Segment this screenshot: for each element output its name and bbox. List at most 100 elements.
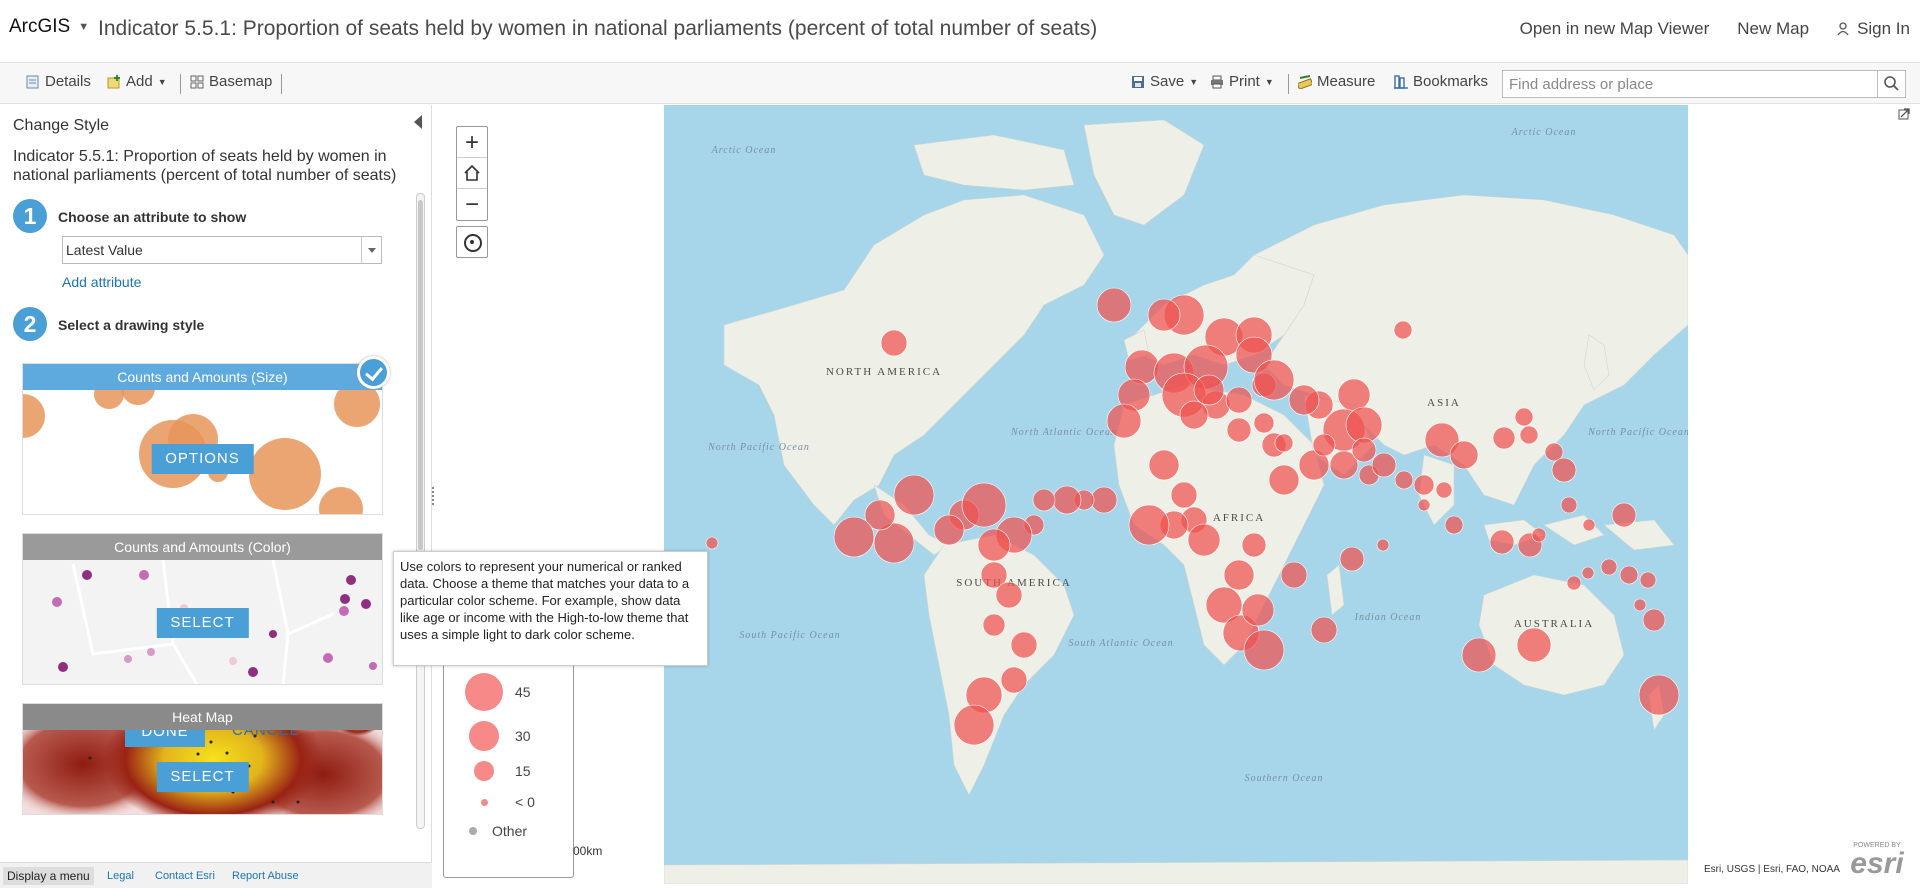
country-symbol[interactable] [1000,666,1028,694]
country-symbol[interactable] [1225,386,1253,414]
country-symbol[interactable] [880,329,908,357]
country-symbol[interactable] [1280,561,1308,589]
country-symbol[interactable] [1417,498,1431,512]
country-symbol[interactable] [961,482,1007,528]
country-symbol[interactable] [1619,565,1639,585]
home-button[interactable] [457,158,487,189]
collapse-panel-icon[interactable] [414,115,422,129]
zoom-out-button[interactable]: − [457,189,487,220]
options-button[interactable]: OPTIONS [151,444,254,474]
search-input[interactable]: Find address or place [1502,70,1906,98]
style-card-color[interactable]: Counts and Amounts (Color) SELECT [22,533,383,685]
country-symbol[interactable] [995,581,1023,609]
country-symbol[interactable] [953,704,995,746]
country-symbol[interactable] [1345,406,1383,444]
country-symbol[interactable] [1339,546,1365,572]
country-symbol[interactable] [1243,629,1285,671]
country-symbol[interactable] [1052,485,1082,515]
country-symbol[interactable] [1253,359,1295,401]
country-symbol[interactable] [1106,403,1142,439]
country-symbol[interactable] [1010,631,1038,659]
country-symbol[interactable] [1394,470,1414,490]
country-symbol[interactable] [1274,433,1294,453]
country-symbol[interactable] [1128,504,1170,546]
country-symbol[interactable] [1032,488,1056,512]
country-symbol[interactable] [1449,440,1479,470]
select-button[interactable]: SELECT [156,608,249,638]
country-symbol[interactable] [1566,575,1582,591]
country-symbol[interactable] [1633,598,1647,612]
country-symbol[interactable] [1193,374,1225,406]
country-symbol[interactable] [1514,407,1534,427]
country-symbol[interactable] [1642,608,1666,632]
map-view[interactable]: Arctic Ocean Arctic Ocean North Pacific … [664,105,1688,884]
add-attribute-link[interactable]: Add attribute [62,274,141,290]
country-symbol[interactable] [1393,320,1413,340]
country-symbol[interactable] [1351,437,1377,463]
country-symbol[interactable] [1413,474,1435,496]
esri-logo[interactable]: POWERED BY esri [1846,842,1908,882]
country-symbol[interactable] [1639,571,1657,589]
new-map-link[interactable]: New Map [1737,19,1809,39]
country-symbol[interactable] [1148,449,1180,481]
country-symbol[interactable] [1090,486,1118,514]
legal-link[interactable]: Legal [107,870,134,882]
country-symbol[interactable] [1226,417,1252,443]
country-symbol[interactable] [1492,426,1516,450]
expand-icon[interactable] [1898,106,1912,120]
country-symbol[interactable] [1489,529,1515,555]
arcgis-menu[interactable]: ArcGIS ▼ [9,16,89,38]
country-symbol[interactable] [1376,538,1390,552]
attribute-select[interactable]: Latest Value [62,236,382,264]
country-symbol[interactable] [1288,384,1320,416]
country-symbol[interactable] [1268,464,1300,496]
chevron-down-icon[interactable] [361,237,381,263]
details-button[interactable]: Details [26,73,91,90]
country-symbol[interactable] [1170,481,1198,509]
country-symbol[interactable] [1581,566,1595,580]
sign-in-link[interactable]: Sign In [1837,19,1910,39]
country-symbol[interactable] [1124,349,1160,385]
world-map[interactable]: Arctic Ocean Arctic Ocean North Pacific … [664,105,1688,884]
country-symbol[interactable] [982,613,1006,637]
country-symbol[interactable] [1096,287,1132,323]
country-symbol[interactable] [1253,412,1275,434]
country-symbol[interactable] [1638,674,1680,716]
splitter-grip-icon[interactable] [432,487,434,505]
save-button[interactable]: Save ▼ [1131,73,1198,90]
country-symbol[interactable] [1551,457,1577,483]
country-symbol[interactable] [1560,496,1578,514]
country-symbol[interactable] [1435,481,1453,499]
country-symbol[interactable] [1179,400,1209,430]
country-symbol[interactable] [1516,627,1552,663]
country-symbol[interactable] [1147,298,1181,332]
search-button[interactable] [1877,71,1905,97]
country-symbol[interactable] [1223,559,1255,591]
country-symbol[interactable] [1371,452,1397,478]
style-card-heatmap[interactable]: Heat Map SELECT [22,703,383,815]
country-symbol[interactable] [893,474,935,516]
country-symbol[interactable] [1187,523,1221,557]
country-symbol[interactable] [1519,425,1539,445]
zoom-in-button[interactable]: + [457,127,487,158]
country-symbol[interactable] [1600,558,1618,576]
report-abuse-link[interactable]: Report Abuse [232,870,299,882]
select-button[interactable]: SELECT [156,762,249,792]
country-symbol[interactable] [833,516,875,558]
measure-button[interactable]: Measure [1298,73,1375,90]
country-symbol[interactable] [1531,527,1547,543]
style-card-size[interactable]: Counts and Amounts (Size) OPTIONS [22,363,383,515]
country-symbol[interactable] [1611,502,1637,528]
country-symbol[interactable] [1241,532,1267,558]
locate-button[interactable] [456,226,488,258]
country-symbol[interactable] [1444,515,1464,535]
basemap-button[interactable]: Basemap [190,73,272,90]
country-symbol[interactable] [977,528,1011,562]
panel-scrollbar[interactable] [416,193,425,829]
country-symbol[interactable] [1310,616,1338,644]
display-menu-button[interactable]: Display a menu [3,867,94,885]
country-symbol[interactable] [1582,518,1596,532]
contact-esri-link[interactable]: Contact Esri [155,870,215,882]
country-symbol[interactable] [1337,378,1371,412]
country-symbol[interactable] [933,514,965,546]
